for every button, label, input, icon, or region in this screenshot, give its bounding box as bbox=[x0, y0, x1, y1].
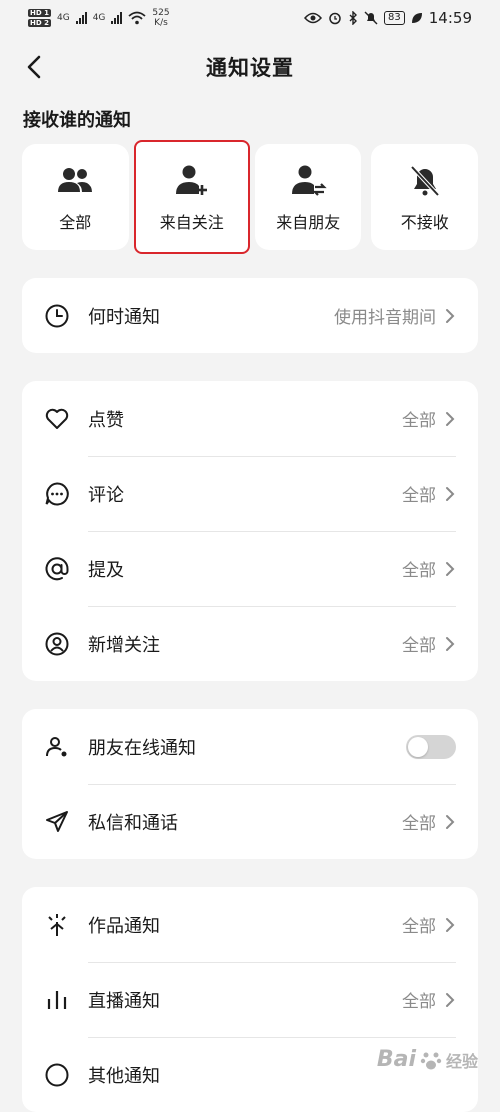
row-new-followers[interactable]: 新增关注 全部 bbox=[22, 606, 478, 681]
chevron-right-icon bbox=[446, 486, 455, 501]
alarm-icon bbox=[329, 12, 341, 25]
row-value: 使用抖音期间 bbox=[334, 308, 436, 328]
user-swap-icon bbox=[292, 165, 327, 196]
nav-bar: 通知设置 bbox=[0, 36, 500, 98]
leaf-icon bbox=[411, 13, 422, 23]
row-label: 何时通知 bbox=[88, 306, 160, 328]
chevron-right-icon bbox=[446, 636, 455, 651]
receive-option-label: 来自关注 bbox=[159, 213, 224, 232]
clock-icon bbox=[45, 304, 69, 327]
row-label: 朋友在线通知 bbox=[88, 737, 196, 759]
toggle-knob bbox=[408, 736, 428, 757]
friend-online-toggle[interactable] bbox=[406, 734, 456, 759]
hd2-label: HD 2 bbox=[28, 19, 51, 27]
receive-option-label: 全部 bbox=[59, 213, 92, 232]
row-label: 点赞 bbox=[88, 409, 124, 431]
bell-off-icon bbox=[410, 165, 440, 197]
net-speed: 525 K/s bbox=[152, 8, 169, 28]
row-mentions[interactable]: 提及 全部 bbox=[22, 531, 478, 606]
comment-icon bbox=[45, 481, 69, 505]
mute-icon bbox=[364, 11, 378, 25]
status-left: HD 1 HD 2 4G 4G 525 K/s bbox=[28, 8, 170, 28]
chevron-right-icon bbox=[446, 308, 455, 323]
receive-option-friends[interactable]: 来自朋友 bbox=[254, 144, 362, 250]
row-friend-online: 朋友在线通知 bbox=[22, 709, 478, 784]
clock-time: 14:59 bbox=[428, 9, 472, 27]
network-type-2: 4G bbox=[92, 13, 106, 23]
row-likes[interactable]: 点赞 全部 bbox=[22, 381, 478, 456]
user-online-icon bbox=[46, 736, 67, 756]
status-bar: HD 1 HD 2 4G 4G 525 K/s 83 14:59 bbox=[0, 0, 500, 36]
battery-indicator: 83 bbox=[384, 11, 405, 25]
interaction-group: 点赞 全部 评论 全部 提及 全部 新增关注 全部 bbox=[22, 381, 478, 681]
row-value: 全部 bbox=[402, 992, 436, 1012]
row-label: 作品通知 bbox=[88, 915, 160, 937]
group-icon bbox=[58, 168, 93, 192]
row-comments[interactable]: 评论 全部 bbox=[22, 456, 478, 531]
row-value: 全部 bbox=[402, 561, 436, 581]
wifi-icon bbox=[128, 11, 146, 25]
user-circle-icon bbox=[45, 632, 69, 655]
row-value: 全部 bbox=[402, 917, 436, 937]
at-icon bbox=[45, 556, 69, 580]
receive-section-label: 接收谁的通知 bbox=[23, 110, 131, 131]
row-label: 新增关注 bbox=[88, 634, 160, 656]
receive-options: 全部 来自关注 来自朋友 不接收 bbox=[0, 140, 500, 254]
baidu-watermark: Bai 经验 bbox=[377, 1047, 478, 1072]
row-label: 直播通知 bbox=[88, 990, 160, 1012]
social-group: 朋友在线通知 私信和通话 全部 bbox=[22, 709, 478, 859]
chevron-right-icon bbox=[446, 411, 455, 426]
hd1-label: HD 1 bbox=[28, 9, 51, 17]
row-live-notify[interactable]: 直播通知 全部 bbox=[22, 962, 478, 1037]
row-value: 全部 bbox=[402, 411, 436, 431]
content-group: 作品通知 全部 直播通知 全部 其他通知 bbox=[22, 887, 478, 1112]
row-label: 私信和通话 bbox=[88, 812, 178, 834]
row-works-notify[interactable]: 作品通知 全部 bbox=[22, 887, 478, 962]
receive-option-label: 不接收 bbox=[400, 213, 449, 232]
row-value: 全部 bbox=[402, 636, 436, 656]
paw-icon bbox=[420, 1052, 442, 1069]
net-speed-unit: K/s bbox=[154, 18, 168, 28]
hd-indicator: HD 1 HD 2 bbox=[28, 8, 51, 28]
chevron-right-icon bbox=[446, 814, 455, 829]
receive-option-following[interactable]: 来自关注 bbox=[133, 140, 250, 254]
row-label: 评论 bbox=[88, 484, 124, 506]
when-group: 何时通知 使用抖音期间 bbox=[22, 278, 478, 353]
signal-icon bbox=[75, 12, 87, 24]
chevron-right-icon bbox=[446, 992, 455, 1007]
back-arrow-icon[interactable] bbox=[20, 52, 50, 82]
network-type-1: 4G bbox=[56, 13, 70, 23]
heart-icon bbox=[45, 408, 69, 429]
row-messages-calls[interactable]: 私信和通话 全部 bbox=[22, 784, 478, 859]
user-add-icon bbox=[175, 165, 207, 195]
receive-option-all[interactable]: 全部 bbox=[22, 144, 129, 250]
receive-option-label: 来自朋友 bbox=[276, 213, 341, 232]
bars-icon bbox=[47, 990, 67, 1009]
receive-option-none[interactable]: 不接收 bbox=[371, 144, 478, 250]
row-label: 提及 bbox=[88, 559, 124, 581]
watermark-brand: Bai bbox=[376, 1047, 416, 1072]
net-speed-value: 525 bbox=[152, 8, 170, 18]
row-when-notify[interactable]: 何时通知 使用抖音期间 bbox=[22, 278, 478, 353]
signal-icon-2 bbox=[111, 12, 123, 24]
row-value: 全部 bbox=[402, 486, 436, 506]
chevron-right-icon bbox=[446, 561, 455, 576]
chevron-right-icon bbox=[446, 917, 455, 932]
page-title: 通知设置 bbox=[206, 56, 294, 80]
row-value: 全部 bbox=[402, 814, 436, 834]
eye-icon bbox=[304, 12, 323, 24]
send-icon bbox=[46, 810, 68, 832]
sparkle-icon bbox=[48, 913, 66, 936]
bluetooth-icon bbox=[349, 11, 358, 25]
status-right: 83 14:59 bbox=[304, 9, 472, 27]
watermark-suffix: 经验 bbox=[445, 1051, 478, 1071]
